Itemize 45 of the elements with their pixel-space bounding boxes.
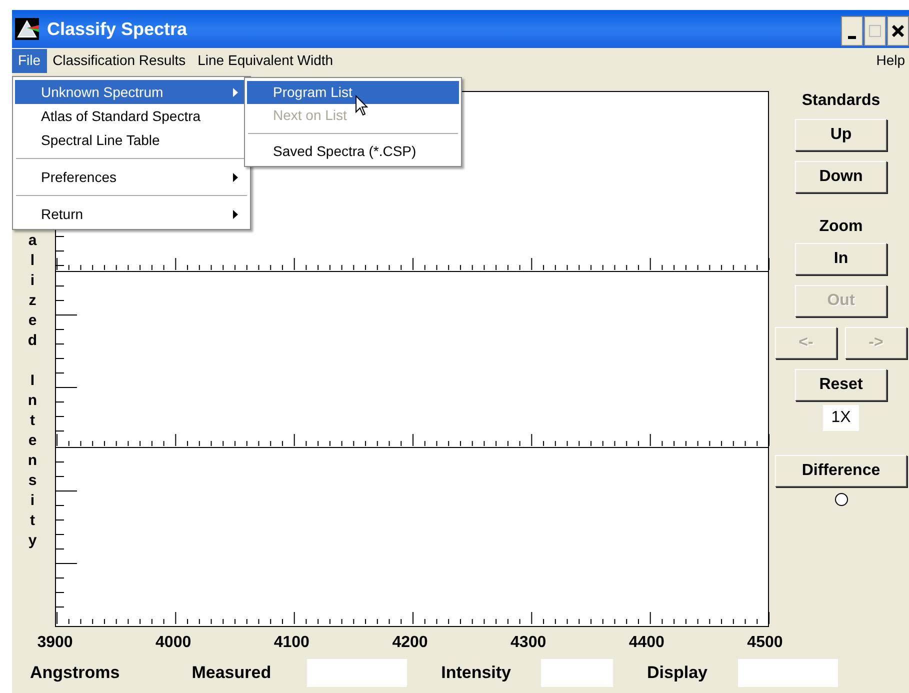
menu-entry[interactable]: Spectral Line Table	[15, 128, 248, 152]
field-label: Measured	[192, 662, 272, 684]
menu-item[interactable]: Classification Results	[46, 48, 192, 72]
difference-button[interactable]: Difference	[775, 455, 907, 487]
field-label: Intensity	[441, 662, 512, 684]
window-title: Classify Spectra	[47, 18, 188, 41]
mouse-pointer-icon	[355, 95, 369, 117]
zoom-label: Zoom	[819, 217, 863, 237]
x-tick-label: 4500	[746, 633, 784, 653]
input-field[interactable]	[738, 659, 838, 687]
menu-item[interactable]: Help	[876, 50, 909, 71]
radio-button[interactable]	[834, 493, 848, 506]
menu-entry[interactable]: Atlas of Standard Spectra	[15, 104, 248, 128]
close-button[interactable]	[887, 16, 909, 46]
x-tick-label: 4200	[391, 633, 429, 653]
standards-button[interactable]: Up	[795, 119, 887, 151]
x-tick-label: 4300	[510, 633, 548, 653]
prism-icon	[15, 18, 39, 40]
minimize-button[interactable]	[841, 16, 863, 46]
menu-entry[interactable]: Return	[15, 202, 248, 226]
standards-label: Standards	[802, 91, 880, 111]
menu-item[interactable]: File	[12, 48, 47, 72]
submenu-arrow-icon	[233, 210, 238, 218]
x-tick-label: 4400	[628, 633, 666, 653]
x-tick-label: 3900	[36, 633, 74, 653]
close-icon	[892, 25, 904, 37]
zoom-button[interactable]: Reset	[795, 369, 887, 401]
input-field[interactable]	[307, 659, 408, 687]
menu-entry[interactable]: Program List	[247, 81, 459, 104]
menu-item[interactable]: Line Equivalent Width	[192, 48, 340, 72]
maximize-icon	[869, 25, 881, 37]
minimize-icon	[848, 36, 856, 39]
y-axis-label: alized Intensity	[26, 231, 38, 551]
submenu-arrow-icon	[233, 88, 238, 96]
input-field[interactable]	[541, 659, 614, 687]
standards-button[interactable]: Down	[795, 161, 887, 193]
zoom-button[interactable]: In	[795, 243, 887, 275]
x-tick-label: 4100	[272, 633, 310, 653]
menu-entry[interactable]: Saved Spectra (*.CSP)	[247, 140, 459, 163]
zoom-readout: 1X	[823, 405, 859, 431]
menu-entry[interactable]: Preferences	[15, 165, 248, 189]
x-tick-label: 4000	[154, 633, 192, 653]
submenu-arrow-icon	[233, 172, 238, 182]
field-label: Display	[647, 662, 708, 684]
field-label: Angstroms	[30, 662, 120, 684]
